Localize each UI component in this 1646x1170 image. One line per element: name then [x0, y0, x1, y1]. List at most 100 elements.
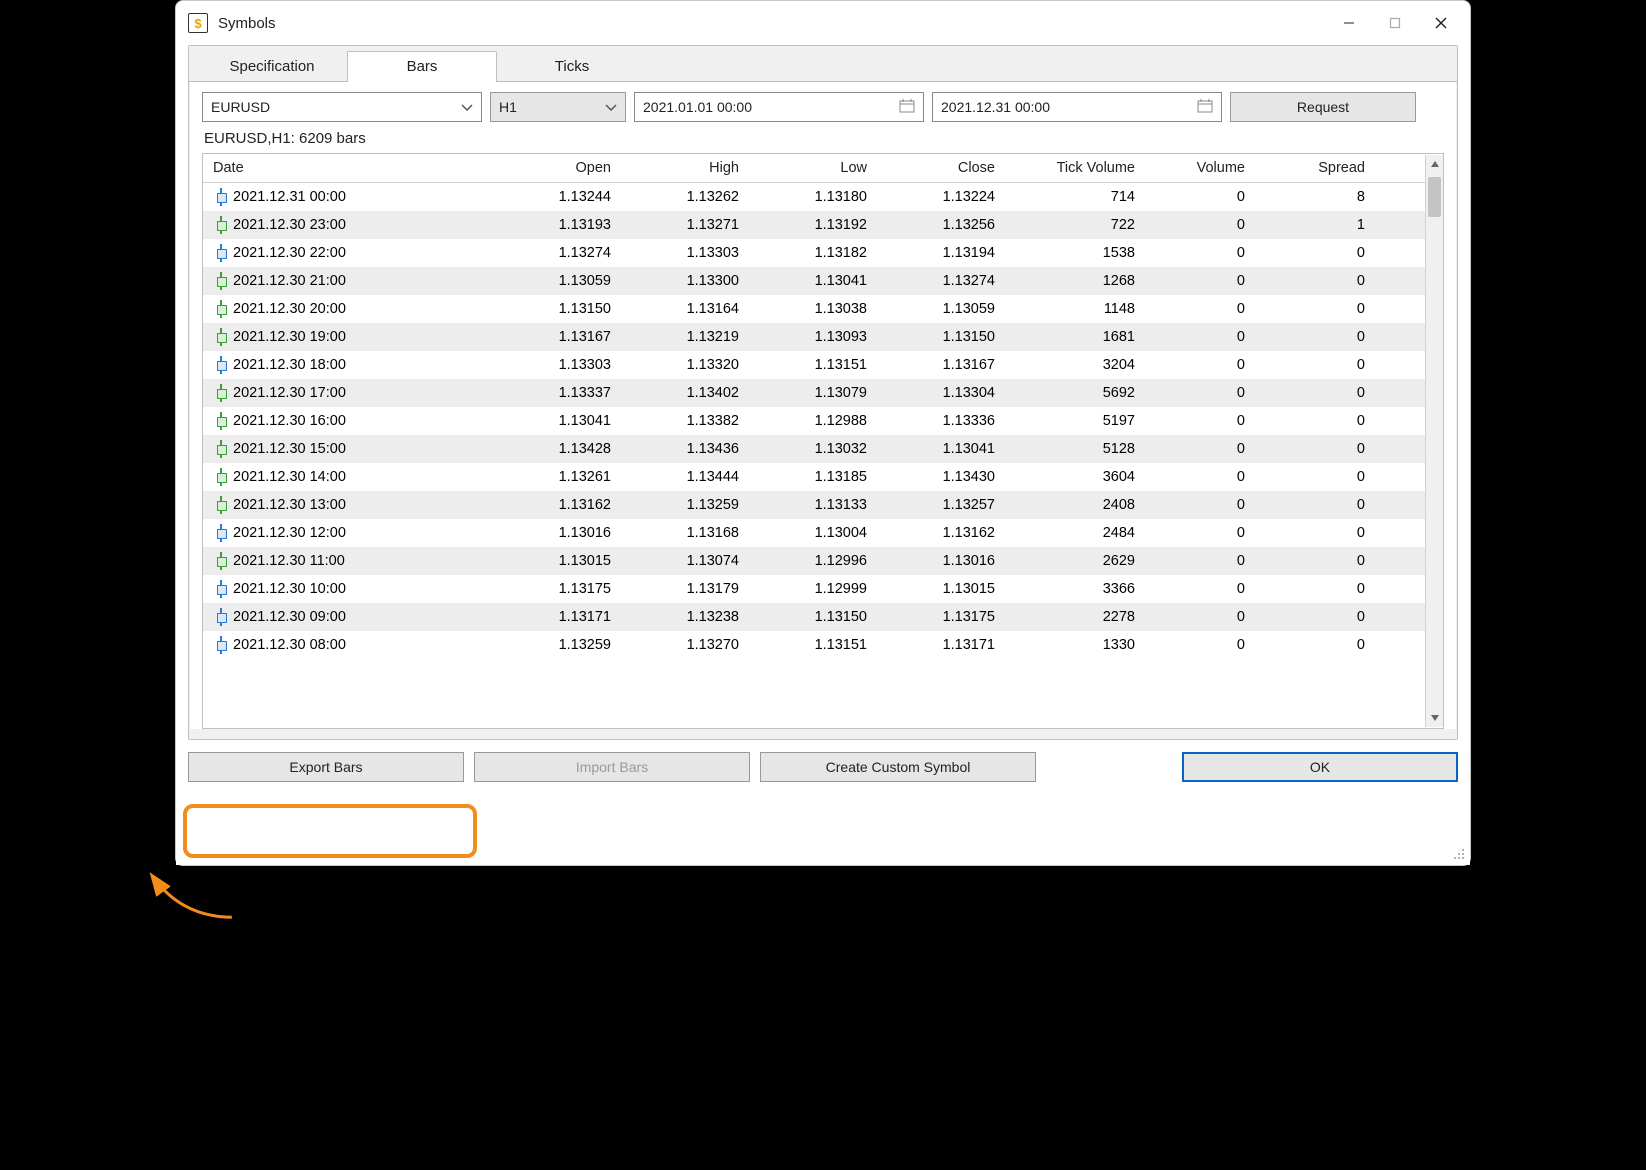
cell-low: 1.13150 [749, 603, 877, 631]
cell-volume: 0 [1145, 351, 1255, 379]
cell-open: 1.13171 [493, 603, 621, 631]
cell-tick-volume: 1148 [1005, 295, 1145, 323]
close-button[interactable] [1418, 7, 1464, 39]
table-row[interactable]: 2021.12.30 17:001.133371.134021.130791.1… [203, 379, 1443, 407]
cell-date: 2021.12.30 21:00 [203, 267, 493, 295]
symbol-combo[interactable]: EURUSD [202, 92, 482, 122]
grid-header[interactable]: Date Open High Low Close Tick Volume Vol… [203, 154, 1443, 183]
calendar-icon [899, 99, 915, 116]
create-custom-symbol-button[interactable]: Create Custom Symbol [760, 752, 1036, 782]
calendar-icon [1197, 99, 1213, 116]
cell-volume: 0 [1145, 267, 1255, 295]
cell-close: 1.13162 [877, 519, 1005, 547]
cell-low: 1.13182 [749, 239, 877, 267]
candle-down-icon [217, 357, 225, 373]
resize-grip-icon[interactable] [1452, 847, 1466, 861]
tab-ticks[interactable]: Ticks [497, 51, 647, 82]
col-volume[interactable]: Volume [1145, 154, 1255, 182]
ok-button[interactable]: OK [1182, 752, 1458, 782]
cell-low: 1.13032 [749, 435, 877, 463]
candle-up-icon [217, 217, 225, 233]
cell-close: 1.13171 [877, 631, 1005, 659]
col-tick-volume[interactable]: Tick Volume [1005, 154, 1145, 182]
cell-high: 1.13219 [621, 323, 749, 351]
table-row[interactable]: 2021.12.30 21:001.130591.133001.130411.1… [203, 267, 1443, 295]
col-spread[interactable]: Spread [1255, 154, 1375, 182]
cell-high: 1.13238 [621, 603, 749, 631]
cell-low: 1.12999 [749, 575, 877, 603]
cell-open: 1.13175 [493, 575, 621, 603]
cell-volume: 0 [1145, 183, 1255, 211]
cell-volume: 0 [1145, 603, 1255, 631]
import-bars-button[interactable]: Import Bars [474, 752, 750, 782]
cell-spread: 0 [1255, 547, 1375, 575]
timeframe-combo[interactable]: H1 [490, 92, 626, 122]
candle-down-icon [217, 189, 225, 205]
cell-close: 1.13257 [877, 491, 1005, 519]
cell-close: 1.13256 [877, 211, 1005, 239]
table-row[interactable]: 2021.12.30 15:001.134281.134361.130321.1… [203, 435, 1443, 463]
col-open[interactable]: Open [493, 154, 621, 182]
cell-volume: 0 [1145, 211, 1255, 239]
cell-high: 1.13320 [621, 351, 749, 379]
cell-low: 1.13041 [749, 267, 877, 295]
scroll-up-icon[interactable] [1426, 155, 1443, 173]
cell-date-text: 2021.12.31 00:00 [233, 189, 346, 205]
vertical-scrollbar[interactable] [1425, 155, 1443, 727]
cell-low: 1.13192 [749, 211, 877, 239]
cell-low: 1.13180 [749, 183, 877, 211]
maximize-button[interactable] [1372, 7, 1418, 39]
table-row[interactable]: 2021.12.30 16:001.130411.133821.129881.1… [203, 407, 1443, 435]
cell-tick-volume: 2408 [1005, 491, 1145, 519]
candle-up-icon [217, 385, 225, 401]
cell-close: 1.13167 [877, 351, 1005, 379]
cell-high: 1.13436 [621, 435, 749, 463]
table-row[interactable]: 2021.12.30 10:001.131751.131791.129991.1… [203, 575, 1443, 603]
minimize-button[interactable] [1326, 7, 1372, 39]
table-row[interactable]: 2021.12.30 09:001.131711.132381.131501.1… [203, 603, 1443, 631]
cell-close: 1.13274 [877, 267, 1005, 295]
cell-tick-volume: 2629 [1005, 547, 1145, 575]
cell-tick-volume: 5692 [1005, 379, 1145, 407]
scroll-thumb[interactable] [1428, 177, 1441, 217]
cell-low: 1.12988 [749, 407, 877, 435]
table-row[interactable]: 2021.12.30 13:001.131621.132591.131331.1… [203, 491, 1443, 519]
cell-date-text: 2021.12.30 20:00 [233, 301, 346, 317]
candle-down-icon [217, 581, 225, 597]
table-row[interactable]: 2021.12.31 00:001.132441.132621.131801.1… [203, 183, 1443, 211]
cell-spread: 0 [1255, 631, 1375, 659]
cell-spread: 0 [1255, 323, 1375, 351]
cell-date-text: 2021.12.30 14:00 [233, 469, 346, 485]
cell-high: 1.13271 [621, 211, 749, 239]
cell-date-text: 2021.12.30 18:00 [233, 357, 346, 373]
table-row[interactable]: 2021.12.30 14:001.132611.134441.131851.1… [203, 463, 1443, 491]
cell-open: 1.13150 [493, 295, 621, 323]
cell-date: 2021.12.30 16:00 [203, 407, 493, 435]
export-bars-button[interactable]: Export Bars [188, 752, 464, 782]
table-row[interactable]: 2021.12.30 23:001.131931.132711.131921.1… [203, 211, 1443, 239]
request-button[interactable]: Request [1230, 92, 1416, 122]
tab-bars[interactable]: Bars [347, 51, 497, 82]
table-row[interactable]: 2021.12.30 18:001.133031.133201.131511.1… [203, 351, 1443, 379]
col-close[interactable]: Close [877, 154, 1005, 182]
candle-up-icon [217, 301, 225, 317]
table-row[interactable]: 2021.12.30 20:001.131501.131641.130381.1… [203, 295, 1443, 323]
symbols-window: $ Symbols Specification Bars Ticks EURUS… [175, 0, 1471, 866]
table-row[interactable]: 2021.12.30 08:001.132591.132701.131511.1… [203, 631, 1443, 659]
scroll-track[interactable] [1426, 173, 1443, 709]
to-date-input[interactable]: 2021.12.31 00:00 [932, 92, 1222, 122]
col-low[interactable]: Low [749, 154, 877, 182]
cell-open: 1.13162 [493, 491, 621, 519]
col-date[interactable]: Date [203, 154, 493, 182]
table-row[interactable]: 2021.12.30 22:001.132741.133031.131821.1… [203, 239, 1443, 267]
cell-tick-volume: 1538 [1005, 239, 1145, 267]
table-row[interactable]: 2021.12.30 12:001.130161.131681.130041.1… [203, 519, 1443, 547]
from-date-input[interactable]: 2021.01.01 00:00 [634, 92, 924, 122]
col-high[interactable]: High [621, 154, 749, 182]
table-row[interactable]: 2021.12.30 11:001.130151.130741.129961.1… [203, 547, 1443, 575]
tab-specification[interactable]: Specification [197, 51, 347, 82]
scroll-down-icon[interactable] [1426, 709, 1443, 727]
table-row[interactable]: 2021.12.30 19:001.131671.132191.130931.1… [203, 323, 1443, 351]
cell-open: 1.13015 [493, 547, 621, 575]
cell-spread: 0 [1255, 463, 1375, 491]
